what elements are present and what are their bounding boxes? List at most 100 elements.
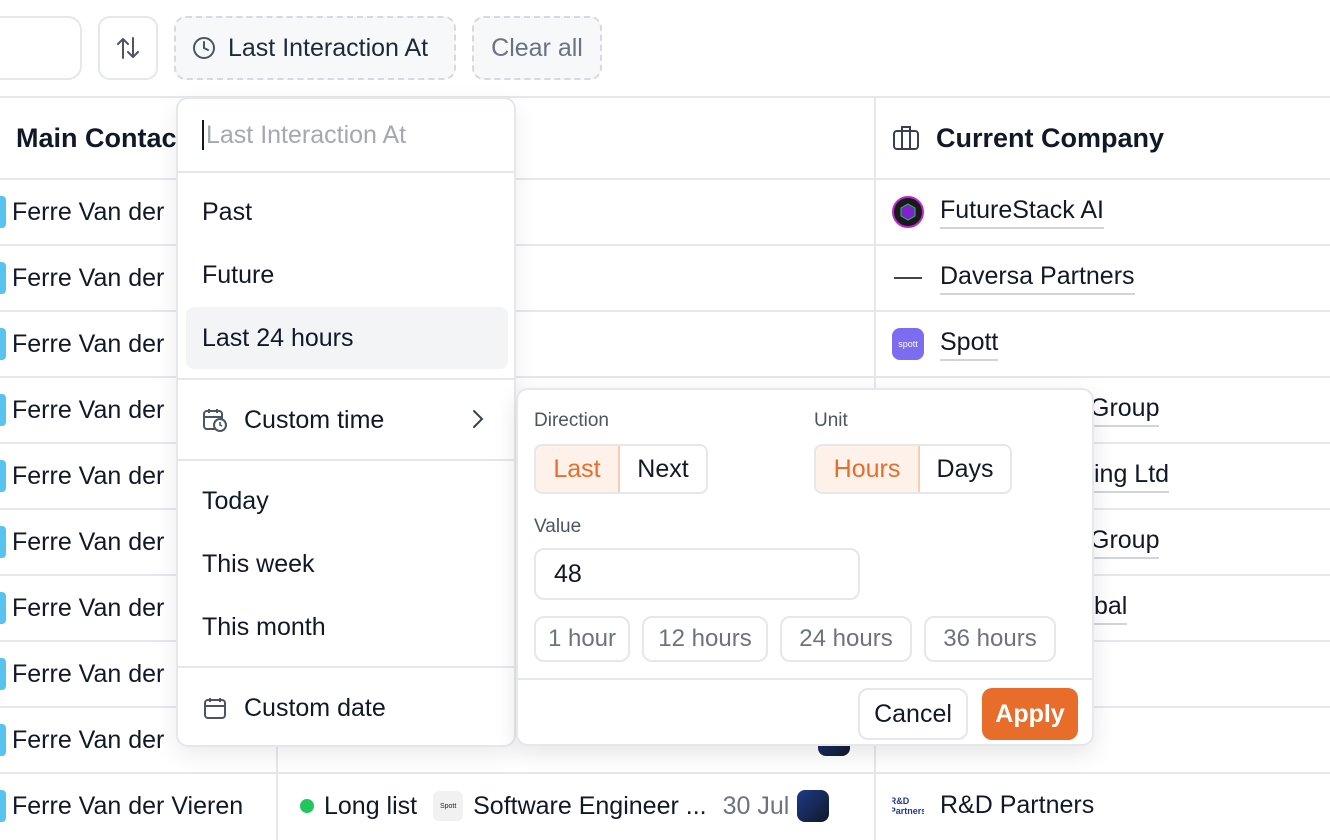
- menu-item-this-week[interactable]: This week: [186, 533, 508, 595]
- building-icon: [893, 126, 919, 150]
- contact-name: Ferre Van der: [12, 263, 165, 292]
- menu-item-custom-date[interactable]: Custom date: [186, 677, 508, 739]
- contact-cell[interactable]: Ferre Van der: [0, 642, 164, 706]
- company-cell[interactable]: Daversa Partners: [892, 246, 1135, 310]
- apply-button[interactable]: Apply: [982, 688, 1078, 740]
- contact-name: Ferre Van der: [12, 329, 165, 358]
- stage-status-dot: [300, 799, 314, 813]
- avatar: [0, 658, 6, 690]
- role-cell[interactable]: Long list Spott Software Engineer ... 30…: [300, 774, 852, 838]
- contact-name: Ferre Van der: [12, 395, 165, 424]
- contact-name: Ferre Van der: [12, 659, 165, 688]
- menu-item-label: Custom date: [244, 693, 386, 722]
- contact-cell[interactable]: Ferre Van der Vieren: [0, 774, 243, 838]
- contact-name: Ferre Van der: [12, 461, 165, 490]
- chevron-right-icon: [473, 410, 484, 428]
- direction-option-last[interactable]: Last: [536, 446, 620, 492]
- menu-divider: [178, 459, 514, 461]
- contact-name: Ferre Van der Vieren: [12, 791, 244, 820]
- preset-1-hour[interactable]: 1 hour: [534, 616, 630, 662]
- company-cell[interactable]: Group: [1090, 378, 1160, 442]
- contact-name: Ferre Van der: [12, 527, 165, 556]
- rd-partners-logo: R&D Partners: [892, 790, 924, 822]
- menu-divider: [178, 666, 514, 668]
- search-input[interactable]: [0, 16, 82, 80]
- avatar: [0, 724, 6, 756]
- daversa-logo: [892, 262, 924, 294]
- contact-cell[interactable]: Ferre Van der: [0, 246, 164, 310]
- filter-chip-label: Last Interaction At: [228, 33, 429, 62]
- direction-label: Direction: [534, 410, 609, 431]
- avatar: [0, 526, 6, 558]
- stage-label: Long list: [324, 791, 418, 820]
- menu-divider: [178, 378, 514, 380]
- avatar: [0, 592, 6, 624]
- menu-item-this-month[interactable]: This month: [186, 596, 508, 658]
- contact-name: Ferre Van der: [12, 593, 165, 622]
- contact-cell[interactable]: Ferre Van der: [0, 180, 164, 244]
- company-name[interactable]: Daversa Partners: [940, 262, 1135, 295]
- company-cell[interactable]: R&D Partners R&D Partners: [892, 774, 1094, 838]
- contact-cell[interactable]: Ferre Van der: [0, 444, 164, 508]
- date-filter-menu: Last Interaction At Past Future Last 24 …: [176, 97, 516, 747]
- company-cell[interactable]: spott Spott: [892, 312, 999, 376]
- contact-name: Ferre Van der: [12, 725, 165, 754]
- sort-arrows-icon: [117, 37, 139, 59]
- cancel-button[interactable]: Cancel: [858, 688, 968, 740]
- column-header-current-company[interactable]: Current Company: [892, 98, 1164, 178]
- menu-item-custom-time[interactable]: Custom time: [186, 389, 508, 451]
- avatar: [0, 790, 6, 822]
- custom-time-panel: Direction Last Next Unit Hours Days Valu…: [516, 388, 1094, 746]
- contact-cell[interactable]: Ferre Van der: [0, 576, 164, 640]
- column-header-main-contact[interactable]: Main Contac: [16, 98, 177, 178]
- contact-cell[interactable]: Ferre Van der: [0, 312, 164, 376]
- contact-name: Ferre Van der: [12, 197, 165, 226]
- company-cell[interactable]: FutureStack AI: [892, 180, 1104, 244]
- direction-option-next[interactable]: Next: [620, 446, 706, 492]
- unit-label: Unit: [814, 410, 848, 431]
- table-row[interactable]: Ferre Van der Vieren Long list Spott Sof…: [0, 774, 1330, 840]
- calendar-icon: [202, 695, 228, 721]
- unit-option-days[interactable]: Days: [920, 446, 1010, 492]
- preset-24-hours[interactable]: 24 hours: [780, 616, 912, 662]
- company-name[interactable]: R&D Partners: [940, 791, 1094, 822]
- unit-toggle: Hours Days: [814, 444, 1012, 494]
- contact-cell[interactable]: Ferre Van der: [0, 708, 164, 772]
- text-caret: [202, 120, 204, 150]
- contact-cell[interactable]: Ferre Van der: [0, 510, 164, 574]
- filter-toolbar: Last Interaction At Clear all: [0, 0, 1330, 96]
- value-label: Value: [534, 516, 582, 537]
- menu-item-last-24-hours[interactable]: Last 24 hours: [186, 307, 508, 369]
- menu-item-label: Custom time: [244, 405, 385, 434]
- company-name[interactable]: FutureStack AI: [940, 196, 1104, 229]
- menu-item-today[interactable]: Today: [186, 470, 508, 532]
- menu-item-past[interactable]: Past: [186, 181, 508, 243]
- spott-logo: spott: [892, 328, 924, 360]
- value-input[interactable]: 48: [534, 548, 860, 600]
- avatar: [0, 328, 6, 360]
- company-cell[interactable]: ing Ltd: [1094, 444, 1170, 508]
- menu-search-input[interactable]: Last Interaction At: [178, 99, 514, 173]
- clock-icon: [193, 37, 215, 59]
- company-name[interactable]: Group: [1090, 526, 1160, 559]
- interaction-date: 30 Jul: [722, 791, 790, 820]
- search-placeholder: Last Interaction At: [206, 120, 407, 149]
- company-cell[interactable]: Group: [1090, 510, 1160, 574]
- unit-option-hours[interactable]: Hours: [816, 446, 920, 492]
- company-name[interactable]: Group: [1090, 394, 1160, 427]
- preset-36-hours[interactable]: 36 hours: [924, 616, 1056, 662]
- company-name[interactable]: ing Ltd: [1094, 460, 1170, 493]
- avatar: [0, 262, 6, 294]
- sort-button[interactable]: [98, 16, 158, 80]
- role-title[interactable]: Software Engineer ...: [473, 792, 706, 821]
- filter-chip-last-interaction[interactable]: Last Interaction At: [174, 16, 456, 80]
- company-name[interactable]: Spott: [940, 328, 999, 361]
- avatar: [797, 790, 830, 822]
- menu-item-future[interactable]: Future: [186, 244, 508, 306]
- preset-12-hours[interactable]: 12 hours: [642, 616, 768, 662]
- contact-cell[interactable]: Ferre Van der: [0, 378, 164, 442]
- company-name[interactable]: bal: [1094, 592, 1128, 625]
- clear-all-button[interactable]: Clear all: [472, 16, 602, 80]
- company-cell[interactable]: bal: [1094, 576, 1128, 640]
- avatar: [0, 394, 6, 426]
